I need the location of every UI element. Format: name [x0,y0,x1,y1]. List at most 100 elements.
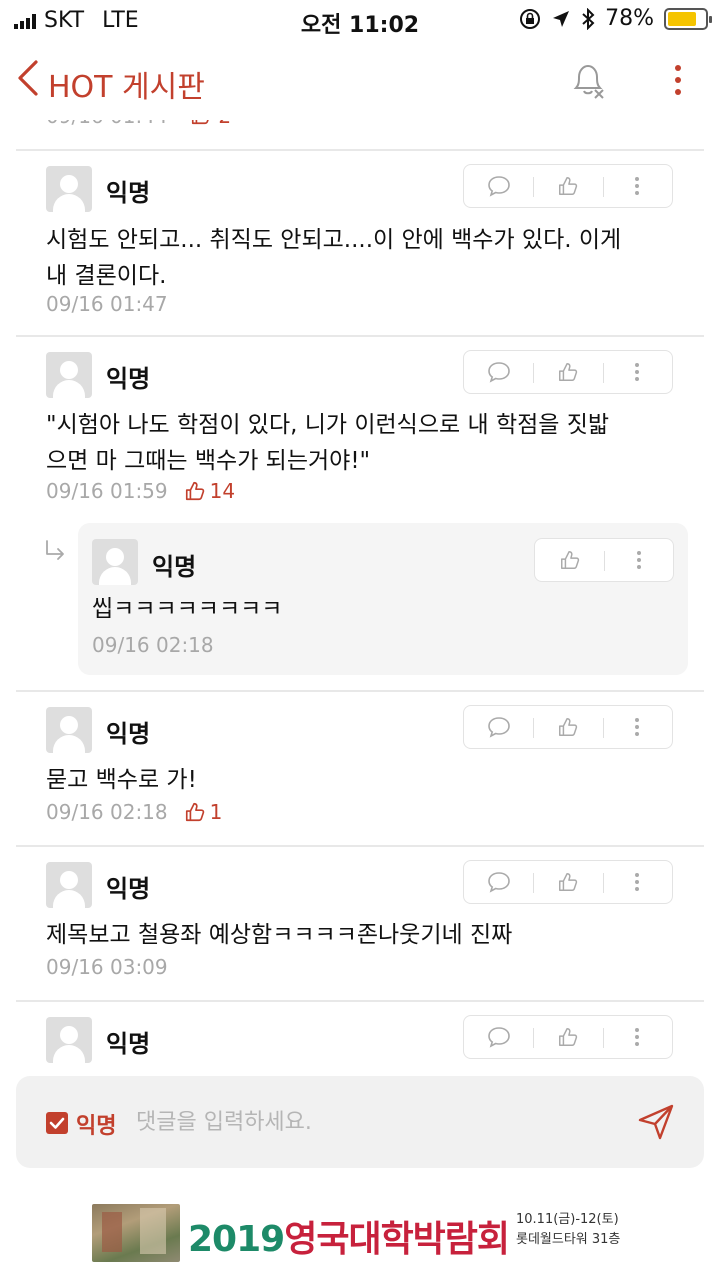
like-button[interactable] [535,539,604,581]
avatar [46,707,92,753]
reply-button[interactable] [464,351,533,393]
vertical-dots-icon [635,873,640,891]
list-item: 09/16 01:44 2 [0,120,720,150]
vertical-dots-icon [635,718,640,736]
more-options-button[interactable] [602,1016,672,1058]
more-options-button[interactable] [602,165,672,207]
like-count-value: 1 [209,800,223,824]
comment-time: 09/16 02:18 [46,800,168,824]
reply-time: 09/16 02:18 [92,633,214,657]
comment-meta: 09/16 03:09 [46,955,168,979]
avatar [92,539,138,585]
comment-author: 익명 [106,1030,151,1058]
ad-details: 10.11(금)-12(토) 롯데월드타워 31층 [516,1210,620,1250]
comment-list[interactable]: 09/16 01:44 2 익명 시험도 안되고... 취직도 안되고....이… [0,120,720,1070]
vertical-dots-icon[interactable] [666,60,690,100]
ad-title: 2019영국대학박람회 [188,1210,510,1262]
chevron-left-icon[interactable] [14,58,42,98]
more-options-button[interactable] [602,706,672,748]
status-right: 78% [519,6,712,31]
comment-author: 익명 [106,720,151,748]
comment-time: 09/16 01:47 [46,292,168,316]
comment-input-bar: 익명 [16,1076,704,1168]
thumbs-up-icon [559,873,578,891]
speech-bubble-icon [487,176,510,197]
avatar [46,862,92,908]
anonymous-label[interactable]: 익명 [76,1108,116,1140]
battery-fill [668,11,697,26]
speech-bubble-icon [487,717,510,738]
bluetooth-icon [582,7,595,30]
reply-button[interactable] [464,861,533,903]
comment-item: 익명 시험도 안되고... 취직도 안되고....이 안에 백수가 있다. 이게… [0,151,720,336]
reply-actions [534,538,674,582]
comment-author: 익명 [106,179,151,207]
thumbs-up-icon [191,120,209,125]
thumbs-up-icon [560,551,579,569]
comment-author: 익명 [106,365,151,393]
ad-title-name: 영국대학박람회 [284,1219,510,1260]
vertical-dots-icon [635,177,640,195]
comment-input[interactable] [136,1100,616,1144]
like-button[interactable] [533,165,602,207]
location-icon [553,10,570,27]
speech-bubble-icon [487,872,510,893]
avatar [46,1017,92,1063]
orientation-lock-icon [520,8,541,29]
more-options-button[interactable] [602,351,672,393]
ad-banner[interactable]: 2019영국대학박람회 10.11(금)-12(토) 롯데월드타워 31층 [0,1186,720,1281]
page-title: HOT 게시판 [48,70,205,105]
reply-text: 씹ㅋㅋㅋㅋㅋㅋㅋㅋ [92,596,283,622]
vertical-dots-icon [636,551,641,569]
reply-meta: 09/16 02:18 [92,633,214,657]
vertical-dots-icon [635,1028,640,1046]
comment-actions [463,705,673,749]
like-count: 1 [184,800,223,824]
speech-bubble-icon [487,362,510,383]
ad-image [92,1204,180,1262]
battery-icon [664,7,712,30]
send-icon[interactable] [636,1102,676,1142]
like-count-value: 14 [209,479,236,503]
more-options-button[interactable] [602,861,672,903]
reply-button[interactable] [464,165,533,207]
comment-author: 익명 [106,875,151,903]
comment-actions [463,860,673,904]
like-count-value: 2 [218,120,231,128]
comment-text: 제목보고 철용좌 예상함ㅋㅋㅋㅋ존나웃기네 진짜 [46,922,513,948]
app-header: HOT 게시판 [0,40,720,120]
comment-actions [463,1015,673,1059]
comment-time: 09/16 03:09 [46,955,168,979]
comment-item: 익명 [0,1002,720,1070]
thumbs-up-icon [559,177,578,195]
reply-button[interactable] [464,706,533,748]
check-icon [49,1117,65,1129]
thumbs-up-icon [185,481,204,501]
comment-text: "시험아 나도 학점이 있다, 니가 이런식으로 내 학점을 짓밟 으면 마 그… [46,412,610,474]
reply-button[interactable] [464,1016,533,1058]
like-count: 14 [184,479,235,503]
like-button[interactable] [533,861,602,903]
comment-actions [463,164,673,208]
comment-text: 시험도 안되고... 취직도 안되고....이 안에 백수가 있다. 이게 내 … [46,227,622,289]
like-button[interactable] [533,1016,602,1058]
like-count: 2 [190,120,231,128]
thumbs-up-icon [185,802,204,822]
ad-date: 10.11(금)-12(토) [516,1212,619,1227]
reply-item: 익명 씹ㅋㅋㅋㅋㅋㅋㅋㅋ 09/16 02:18 [78,523,688,675]
comment-time: 09/16 01:44 [46,120,168,128]
anonymous-checkbox[interactable] [46,1112,68,1134]
comment-actions [463,350,673,394]
comment-meta: 09/16 01:47 [46,292,168,316]
like-button[interactable] [533,706,602,748]
vertical-dots-icon [635,363,640,381]
avatar [46,166,92,212]
ad-venue: 롯데월드타워 31층 [516,1232,621,1247]
more-options-button[interactable] [604,539,673,581]
battery-percent: 78% [605,6,654,31]
comment-meta: 09/16 02:18 1 [46,800,222,824]
thumbs-up-icon [559,1028,578,1046]
status-bar: SKT LTE 오전 11:02 78% [0,0,720,40]
bell-off-icon[interactable] [568,60,608,100]
like-button[interactable] [533,351,602,393]
